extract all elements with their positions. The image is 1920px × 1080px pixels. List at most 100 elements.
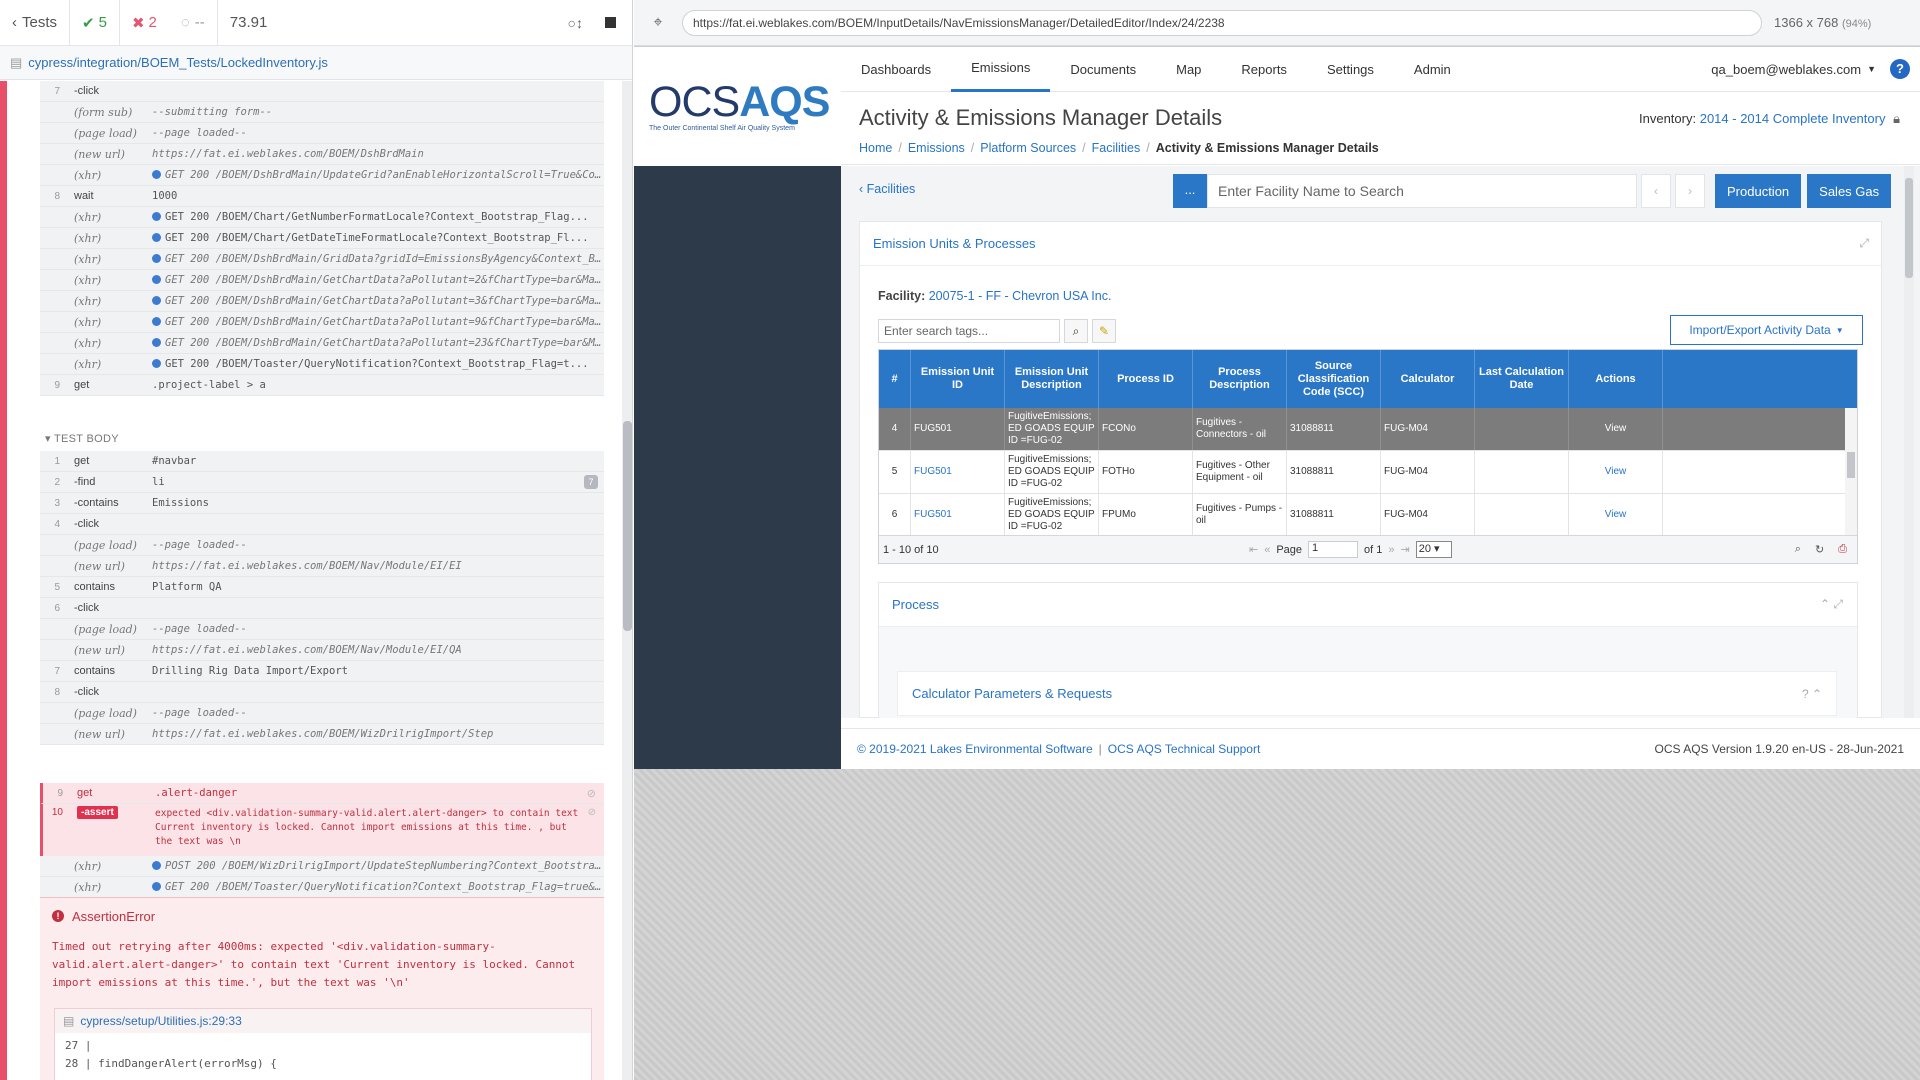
prev-page-icon[interactable]: «: [1264, 544, 1270, 556]
breadcrumb-facilities[interactable]: Facilities: [1092, 141, 1141, 155]
sales-gas-button[interactable]: Sales Gas: [1807, 174, 1892, 208]
table-cell[interactable]: FUG501: [911, 451, 1005, 493]
grid-column-header[interactable]: Actions: [1569, 350, 1663, 408]
back-to-facilities-link[interactable]: ‹ Facilities: [859, 182, 915, 196]
command-row[interactable]: (xhr) POST 200 /BOEM/WizDrilrigImport/Upd…: [40, 856, 604, 877]
nav-reports[interactable]: Reports: [1221, 47, 1307, 92]
command-log-scrollbar[interactable]: [622, 81, 632, 1080]
content-scrollbar[interactable]: [1904, 166, 1914, 718]
command-row[interactable]: (xhr) GET 200 /BOEM/Chart/GetDateTimeForm…: [40, 228, 604, 249]
copyright-link[interactable]: © 2019-2021 Lakes Environmental Software: [857, 742, 1093, 756]
table-cell[interactable]: FUG501: [911, 408, 1005, 450]
command-row[interactable]: (page load) --page loaded--: [40, 123, 604, 144]
command-row[interactable]: (new url) https://fat.ei.weblakes.com/BOE…: [40, 640, 604, 661]
back-to-tests-button[interactable]: ‹ Tests: [0, 0, 71, 46]
failed-count[interactable]: ✖ 2: [120, 0, 169, 46]
command-row[interactable]: (xhr) GET 200 /BOEM/Toaster/QueryNotifica…: [40, 354, 604, 375]
command-row[interactable]: (xhr) GET 200 /BOEM/DshBrdMain/GetChartDa…: [40, 333, 604, 354]
command-row[interactable]: 7 contains Drilling Rig Data Import/Export: [40, 661, 604, 682]
command-row-get-danger[interactable]: 9 get .alert-danger ⊘: [40, 783, 604, 804]
nav-settings[interactable]: Settings: [1307, 47, 1394, 92]
ocs-aqs-logo[interactable]: OCSAQS The Outer Continental Shelf Air Q…: [634, 47, 841, 166]
facility-search-input[interactable]: Enter Facility Name to Search: [1207, 174, 1637, 208]
breadcrumb-emissions[interactable]: Emissions: [908, 141, 965, 155]
command-row[interactable]: 7 -click: [40, 81, 604, 102]
selector-playground-icon[interactable]: ⌖: [634, 14, 682, 32]
command-row[interactable]: 4 -click: [40, 514, 604, 535]
expand-icon[interactable]: ⤢: [1859, 236, 1869, 251]
prev-facility-button[interactable]: ‹: [1641, 174, 1671, 208]
search-icon[interactable]: ⌕: [1795, 543, 1801, 556]
command-row[interactable]: (xhr) GET 200 /BOEM/Chart/GetNumberFormat…: [40, 207, 604, 228]
nav-dashboards[interactable]: Dashboards: [841, 47, 951, 92]
support-link[interactable]: OCS AQS Technical Support: [1108, 742, 1261, 756]
first-page-icon[interactable]: ⇤: [1249, 543, 1258, 556]
export-icon[interactable]: ⎙: [1838, 543, 1847, 556]
grid-column-header[interactable]: Source Classification Code (SCC): [1287, 350, 1381, 408]
command-row[interactable]: 8 -click: [40, 682, 604, 703]
table-row[interactable]: 5 FUG501 FugitiveEmissions; ED GOADS EQUIP…: [879, 451, 1857, 494]
facility-link[interactable]: 20075-1 - FF - Chevron USA Inc.: [929, 289, 1112, 303]
user-menu[interactable]: qa_boem@weblakes.com ▼ ?: [1711, 59, 1920, 79]
help-icon[interactable]: ?: [1890, 59, 1910, 79]
command-row[interactable]: (xhr) GET 200 /BOEM/DshBrdMain/GetChartDa…: [40, 291, 604, 312]
next-facility-button[interactable]: ›: [1675, 174, 1705, 208]
table-row[interactable]: 4 FUG501 FugitiveEmissions; ED GOADS EQUIP…: [879, 408, 1857, 451]
command-row[interactable]: 6 -click: [40, 598, 604, 619]
viewport-size[interactable]: 1366 x 768 (94%): [1774, 15, 1871, 30]
command-row[interactable]: 1 get #navbar: [40, 451, 604, 472]
grid-column-header[interactable]: Emission Unit ID: [911, 350, 1005, 408]
last-page-icon[interactable]: ⇥: [1401, 543, 1410, 556]
table-cell[interactable]: FUG501: [911, 494, 1005, 536]
search-tags-input[interactable]: Enter search tags...: [878, 319, 1060, 343]
pending-count[interactable]: ◌ --: [169, 0, 218, 46]
autoscroll-toggle-icon[interactable]: ○↕: [568, 15, 583, 31]
spec-path[interactable]: cypress/integration/BOEM_Tests/LockedInv…: [28, 55, 328, 70]
search-icon[interactable]: ⌕: [1064, 319, 1088, 343]
grid-column-header[interactable]: Process ID: [1099, 350, 1193, 408]
breadcrumb-platform-sources[interactable]: Platform Sources: [980, 141, 1076, 155]
command-row[interactable]: (xhr) GET 200 /BOEM/DshBrdMain/UpdateGrid…: [40, 165, 604, 186]
grid-column-header[interactable]: Emission Unit Description: [1005, 350, 1099, 408]
nav-documents[interactable]: Documents: [1050, 47, 1156, 92]
command-row[interactable]: 8 wait 1000: [40, 186, 604, 207]
breadcrumb-home[interactable]: Home: [859, 141, 892, 155]
table-row[interactable]: 6 FUG501 FugitiveEmissions; ED GOADS EQUIP…: [879, 494, 1857, 537]
grid-column-header[interactable]: Calculator: [1381, 350, 1475, 408]
command-row[interactable]: (xhr) GET 200 /BOEM/Toaster/QueryNotifica…: [40, 877, 604, 898]
stop-button[interactable]: [605, 17, 616, 28]
command-row[interactable]: 9 get .project-label > a: [40, 375, 604, 396]
view-link[interactable]: View: [1569, 408, 1663, 450]
command-row[interactable]: (xhr) GET 200 /BOEM/DshBrdMain/GridData?g…: [40, 249, 604, 270]
grid-column-header[interactable]: Last Calculation Date: [1475, 350, 1569, 408]
nav-map[interactable]: Map: [1156, 47, 1221, 92]
page-input[interactable]: 1: [1308, 541, 1359, 558]
command-row-assert[interactable]: 10 -assert expected <div.validation-summ…: [40, 804, 604, 857]
grid-column-header[interactable]: #: [879, 350, 911, 408]
command-row[interactable]: (page load) --page loaded--: [40, 535, 604, 556]
command-row[interactable]: (xhr) GET 200 /BOEM/DshBrdMain/GetChartDa…: [40, 270, 604, 291]
refresh-icon[interactable]: ↻: [1815, 543, 1824, 556]
inventory-link[interactable]: 2014 - 2014 Complete Inventory: [1700, 111, 1886, 126]
command-row[interactable]: (form sub) --submitting form--: [40, 102, 604, 123]
page-size-select[interactable]: 20 ▾: [1415, 541, 1452, 558]
stack-file-link[interactable]: ▤ cypress/setup/Utilities.js:29:33: [55, 1009, 591, 1033]
command-row[interactable]: 5 contains Platform QA: [40, 577, 604, 598]
test-body-header[interactable]: ▾ TEST BODY: [45, 432, 119, 445]
clear-tags-icon[interactable]: ✎: [1092, 319, 1116, 343]
nav-admin[interactable]: Admin: [1394, 47, 1471, 92]
command-row[interactable]: (new url) https://fat.ei.weblakes.com/BOE…: [40, 724, 604, 745]
collapse-expand-icons[interactable]: ⌃ ⤢: [1820, 597, 1843, 612]
grid-column-header[interactable]: Process Description: [1193, 350, 1287, 408]
command-row[interactable]: 2 -find li 7: [40, 472, 604, 493]
passed-count[interactable]: ✔ 5: [70, 0, 120, 46]
nav-emissions[interactable]: Emissions: [951, 47, 1051, 92]
command-row[interactable]: (page load) --page loaded--: [40, 703, 604, 724]
facility-picker-button[interactable]: ...: [1173, 174, 1207, 208]
url-display[interactable]: https://fat.ei.weblakes.com/BOEM/InputDe…: [682, 9, 1762, 36]
command-row[interactable]: (new url) https://fat.ei.weblakes.com/BOE…: [40, 144, 604, 165]
grid-scrollbar[interactable]: [1845, 408, 1857, 536]
command-row[interactable]: 3 -contains Emissions: [40, 493, 604, 514]
import-export-button[interactable]: Import/Export Activity Data ▼: [1670, 315, 1863, 345]
production-button[interactable]: Production: [1715, 174, 1802, 208]
